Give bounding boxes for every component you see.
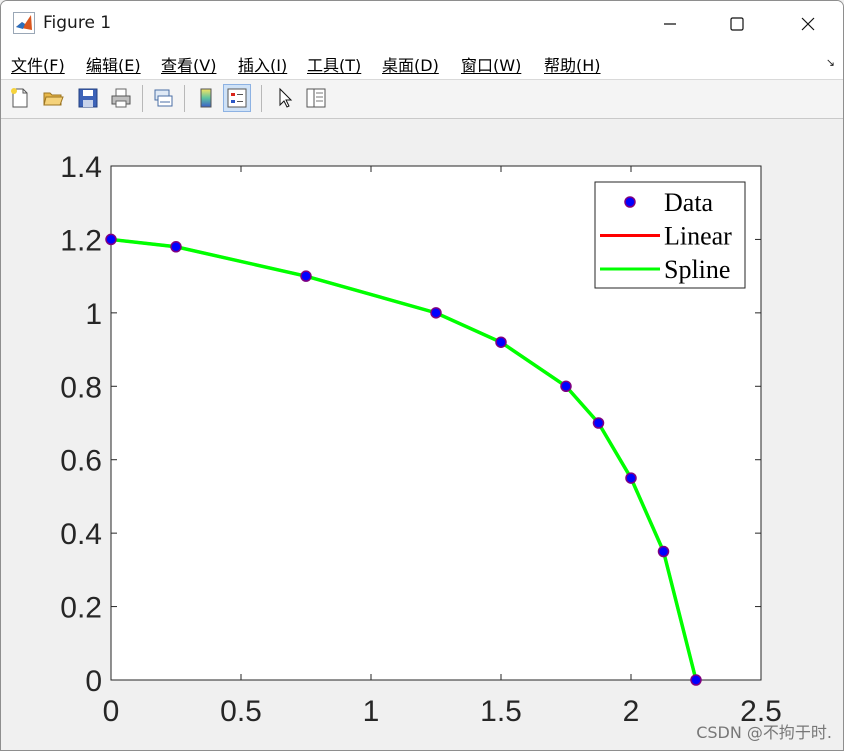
figure-toolbar: [1, 80, 843, 119]
toolbar-separator: [184, 85, 185, 112]
menu-help[interactable]: 帮助(H): [544, 52, 601, 76]
property-editor-button[interactable]: [302, 84, 330, 112]
colorbar-icon: [200, 88, 212, 108]
data-point: [105, 233, 117, 246]
x-tick-label: 1.5: [480, 695, 522, 728]
close-icon: [801, 17, 815, 30]
menu-desktop[interactable]: 桌面(D): [382, 52, 439, 76]
x-tick-label: 0.5: [220, 695, 262, 728]
close-button[interactable]: [779, 1, 837, 46]
legend-marker: [624, 196, 636, 208]
data-point: [657, 545, 670, 558]
link-plot-icon: [154, 89, 173, 107]
y-tick-label: 0: [85, 665, 102, 698]
legend-label: Linear: [664, 222, 732, 251]
pointer-icon: [279, 87, 293, 108]
x-tick-label: 1: [363, 695, 380, 728]
save-button[interactable]: [74, 84, 102, 112]
menu-bar: 文件(F) 编辑(E) 查看(V) 插入(I) 工具(T) 桌面(D) 窗口(W…: [1, 46, 843, 80]
save-icon: [78, 88, 98, 108]
menu-window[interactable]: 窗口(W): [461, 52, 521, 76]
pointer-button[interactable]: [270, 84, 298, 112]
data-point: [430, 307, 442, 319]
y-tick-label: 1.2: [60, 224, 102, 257]
menu-view[interactable]: 查看(V): [161, 52, 216, 76]
menu-tools[interactable]: 工具(T): [307, 52, 361, 76]
legend-label: Spline: [664, 255, 730, 284]
dock-arrow-icon[interactable]: ↘: [826, 56, 835, 69]
title-bar[interactable]: Figure 1: [1, 1, 843, 46]
legend-button[interactable]: [223, 84, 251, 112]
new-figure-icon: [11, 88, 28, 108]
data-point: [592, 417, 605, 429]
data-point: [690, 674, 702, 686]
link-plot-button[interactable]: [149, 84, 177, 112]
maximize-button[interactable]: [708, 1, 766, 46]
y-tick-label: 0.2: [60, 592, 102, 625]
window-title: Figure 1: [43, 13, 112, 33]
menu-edit[interactable]: 编辑(E): [86, 52, 141, 76]
x-tick-label: 2: [623, 695, 640, 728]
x-tick-label: 0: [103, 695, 120, 728]
matlab-logo-icon: [13, 12, 35, 34]
print-button[interactable]: [107, 84, 135, 112]
legend-icon: [227, 88, 247, 108]
data-point: [170, 241, 182, 253]
y-tick-label: 0.6: [60, 445, 102, 478]
y-tick-label: 1.4: [60, 151, 102, 184]
data-point: [625, 472, 637, 484]
toolbar-separator: [261, 85, 262, 112]
minimize-icon: [664, 22, 676, 25]
menu-file[interactable]: 文件(F): [11, 52, 65, 76]
maximize-icon: [730, 16, 744, 31]
open-file-button[interactable]: [39, 84, 67, 112]
print-icon: [111, 88, 131, 108]
line-chart[interactable]: 0 0.5 1 1.5 2 2.500.20.40.60.811.21.4DataLine…: [0, 118, 842, 749]
legend-label: Data: [664, 188, 714, 217]
colorbar-button[interactable]: [192, 84, 220, 112]
data-point: [495, 336, 507, 348]
y-tick-label: 0.8: [60, 371, 102, 404]
new-figure-button[interactable]: [6, 84, 34, 112]
y-tick-label: 0.4: [60, 518, 102, 551]
watermark: CSDN @不拘于时.: [696, 723, 832, 742]
open-file-icon: [43, 92, 64, 106]
property-editor-icon: [306, 88, 326, 108]
menu-insert[interactable]: 插入(I): [238, 52, 287, 76]
minimize-button[interactable]: [641, 1, 699, 46]
y-tick-label: 1: [85, 298, 102, 331]
toolbar-separator: [142, 85, 143, 112]
data-point: [300, 270, 312, 282]
data-point: [560, 380, 572, 393]
